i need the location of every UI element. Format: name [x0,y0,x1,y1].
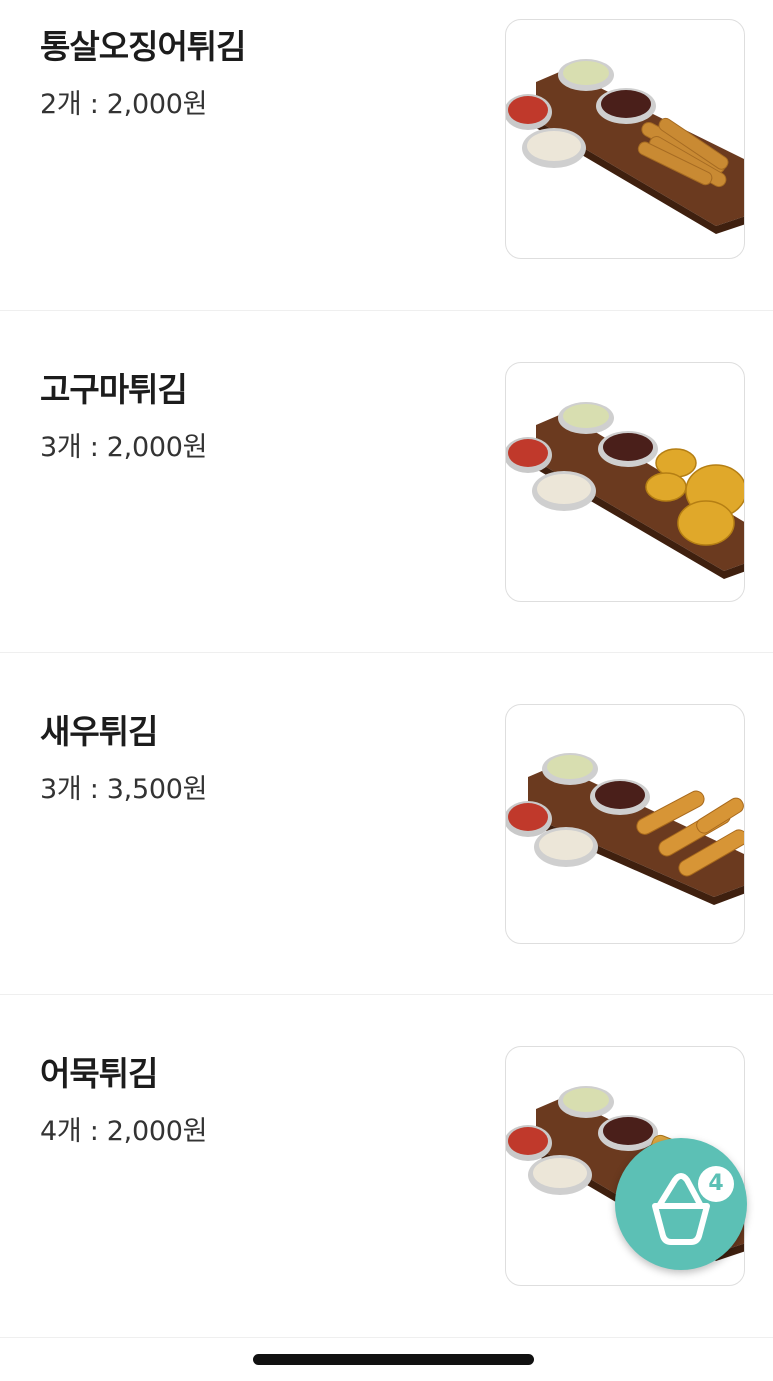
menu-item-image[interactable] [505,362,745,602]
menu-item-name: 어묵튀김 [40,1054,158,1093]
menu-item-price: 3개 : 3,500원 [40,774,208,805]
fried-sweet-potato-platter-icon [506,402,744,579]
menu-item-price: 4개 : 2,000원 [40,1116,208,1147]
fried-squid-platter-icon [506,59,744,234]
home-indicator[interactable] [253,1354,534,1365]
menu-item-name: 새우튀김 [40,712,158,751]
menu-item-image[interactable] [505,19,745,259]
menu-item[interactable]: 통살오징어튀김 2개 : 2,000원 [0,0,773,311]
menu-item[interactable]: 고구마튀김 3개 : 2,000원 [0,311,773,653]
cart-count-badge: 4 [698,1166,734,1202]
menu-item-name: 고구마튀김 [40,370,188,409]
menu-item-name: 통살오징어튀김 [40,27,247,66]
basket-icon [652,1173,710,1245]
menu-item[interactable]: 새우튀김 3개 : 3,500원 [0,653,773,995]
menu-item-image[interactable] [505,704,745,944]
fried-shrimp-platter-icon [506,753,744,905]
cart-button[interactable]: 4 [615,1138,747,1270]
menu-item-price: 2개 : 2,000원 [40,89,208,120]
menu-item-price: 3개 : 2,000원 [40,432,208,463]
